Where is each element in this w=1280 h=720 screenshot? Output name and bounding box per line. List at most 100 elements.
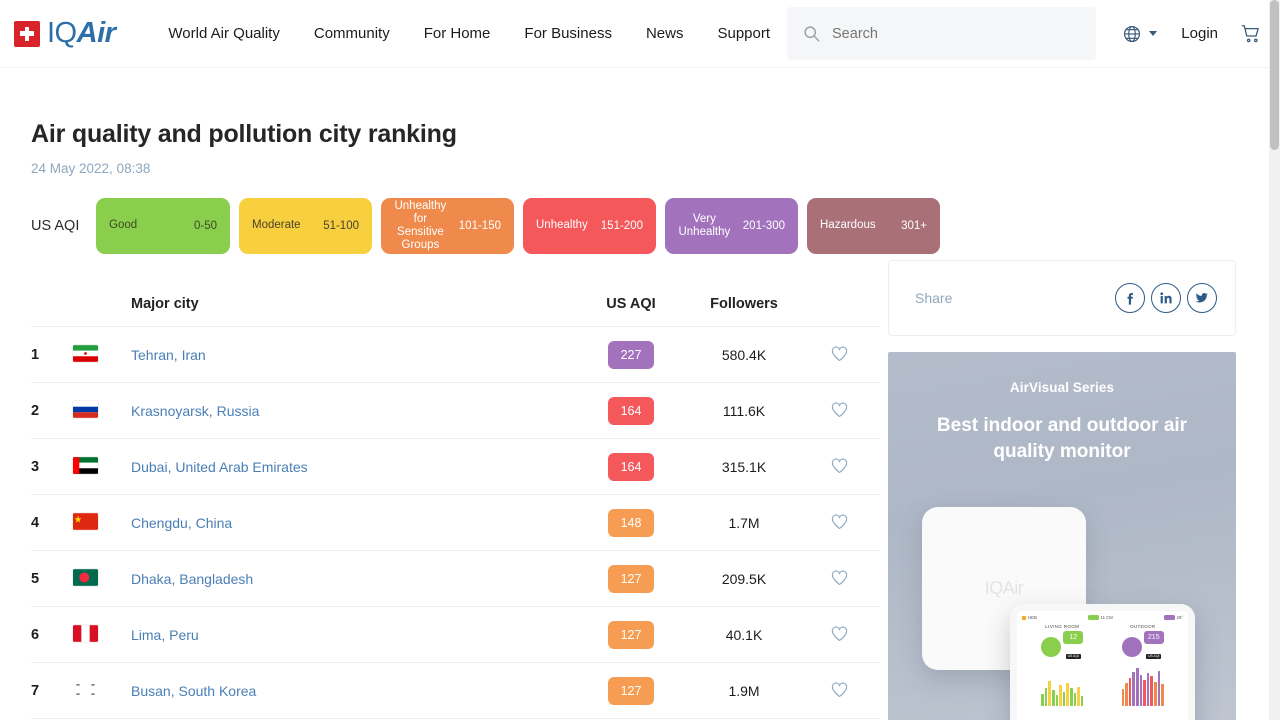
search-icon xyxy=(804,26,820,42)
row-favorite[interactable] xyxy=(798,513,880,533)
row-rank: 3 xyxy=(31,458,40,475)
panel-title: OUTDOOR xyxy=(1129,624,1156,629)
row-favorite[interactable] xyxy=(798,401,880,421)
row-city[interactable]: Krasnoyarsk, Russia xyxy=(131,403,572,419)
heart-icon[interactable] xyxy=(830,681,849,698)
sad-face-icon xyxy=(1121,636,1142,657)
row-favorite[interactable] xyxy=(798,345,880,365)
nav-item-world-air-quality[interactable]: World Air Quality xyxy=(151,17,296,50)
table-row[interactable]: 5 Dhaka, Bangladesh 127 209.5K xyxy=(31,551,880,607)
monitor-top-left-label: HEB xyxy=(1028,615,1037,620)
legend-pill-unhealthy[interactable]: Unhealthy 151-200 xyxy=(523,198,656,254)
main-content: Air quality and pollution city ranking 2… xyxy=(0,68,940,720)
sidebar: Share AirVisual Series Best indoor and o… xyxy=(880,68,1280,720)
nav-item-support[interactable]: Support xyxy=(700,17,787,50)
row-city[interactable]: Dubai, United Arab Emirates xyxy=(131,459,572,475)
twitter-share-button[interactable] xyxy=(1187,283,1217,313)
language-selector[interactable] xyxy=(1118,20,1161,48)
chevron-down-icon xyxy=(1149,31,1158,36)
nav-item-for-business[interactable]: For Business xyxy=(507,17,629,50)
nav-item-community[interactable]: Community xyxy=(297,17,407,50)
aqi-badge: 164 xyxy=(608,452,654,481)
row-city[interactable]: Busan, South Korea xyxy=(131,683,572,699)
main-navigation: World Air Quality Community For Home For… xyxy=(151,17,787,50)
table-row[interactable]: 7 Busan, South Korea 127 1.9M xyxy=(31,663,880,719)
row-city[interactable]: Lima, Peru xyxy=(131,627,572,643)
row-flag xyxy=(73,400,131,421)
legend-pill-moderate-range: 51-100 xyxy=(323,220,359,232)
table-row[interactable]: 4 Chengdu, China 148 1.7M xyxy=(31,495,880,551)
login-button[interactable]: Login xyxy=(1181,25,1218,42)
flag-ir-icon xyxy=(73,344,98,362)
page-scrollbar-thumb[interactable] xyxy=(1270,0,1279,150)
share-label: Share xyxy=(915,290,953,306)
status-dot-icon xyxy=(1022,615,1026,620)
panel-title: LIVING ROOM xyxy=(1045,624,1080,629)
row-city[interactable]: Tehran, Iran xyxy=(131,347,572,363)
page-scrollbar-track[interactable] xyxy=(1269,0,1280,720)
monitor-status-left: HEB xyxy=(1022,615,1037,620)
row-followers: 1.7M xyxy=(728,514,760,531)
row-city-link[interactable]: Dubai, United Arab Emirates xyxy=(131,459,308,475)
row-city[interactable]: Dhaka, Bangladesh xyxy=(131,571,572,587)
monitor-screen: HEB 11 CM 29° LIVING ROOM 12 US AQI OUTD… xyxy=(1017,611,1188,720)
row-city-link[interactable]: Tehran, Iran xyxy=(131,347,206,363)
legend-pill-moderate[interactable]: Moderate 51-100 xyxy=(239,198,372,254)
row-favorite[interactable] xyxy=(798,457,880,477)
legend-pill-unhealthy-sensitive[interactable]: Unhealthy for Sensitive Groups 101-150 xyxy=(381,198,514,254)
row-city-link[interactable]: Lima, Peru xyxy=(131,627,199,643)
legend-pill-good[interactable]: Good 0-50 xyxy=(96,198,230,254)
flag-cn-icon xyxy=(73,512,98,530)
monitor-status-mid: 11 CM xyxy=(1087,615,1113,620)
page-title: Air quality and pollution city ranking xyxy=(31,120,457,148)
table-row[interactable]: 3 Dubai, United Arab Emirates 164 315.1K xyxy=(31,439,880,495)
table-row[interactable]: 2 Krasnoyarsk, Russia 164 111.6K xyxy=(31,383,880,439)
heart-icon[interactable] xyxy=(830,513,849,530)
heart-icon[interactable] xyxy=(830,457,849,474)
nav-item-news[interactable]: News xyxy=(629,17,701,50)
site-header: IQAir World Air Quality Community For Ho… xyxy=(0,0,1280,68)
table-row[interactable]: 1 Tehran, Iran 227 580.4K xyxy=(31,327,880,383)
table-row[interactable]: 6 Lima, Peru 127 40.1K xyxy=(31,607,880,663)
aqi-badge: 227 xyxy=(608,340,654,369)
monitor-bar-charts xyxy=(1022,666,1183,706)
row-city-link[interactable]: Busan, South Korea xyxy=(131,683,256,699)
logo[interactable]: IQAir xyxy=(14,19,116,48)
heart-icon[interactable] xyxy=(830,345,849,362)
row-city-link[interactable]: Krasnoyarsk, Russia xyxy=(131,403,259,419)
legend-pill-very-unhealthy[interactable]: Very Unhealthy 201-300 xyxy=(665,198,798,254)
row-city[interactable]: Chengdu, China xyxy=(131,515,572,531)
nav-item-for-home[interactable]: For Home xyxy=(407,17,508,50)
logo-text: IQAir xyxy=(47,19,116,48)
aqi-badge: 148 xyxy=(608,508,654,537)
row-followers: 580.4K xyxy=(721,346,767,363)
row-followers: 315.1K xyxy=(721,458,767,475)
row-favorite[interactable] xyxy=(798,681,880,701)
row-favorite[interactable] xyxy=(798,569,880,589)
row-followers: 1.9M xyxy=(728,682,760,699)
legend-pill-good-name: Good xyxy=(109,219,138,232)
monitor-top-right-label: 29° xyxy=(1176,615,1184,620)
row-favorite[interactable] xyxy=(798,625,880,645)
facebook-share-button[interactable] xyxy=(1115,283,1145,313)
search-input[interactable] xyxy=(832,25,1081,42)
panel-reading: 12 US AQI xyxy=(1024,631,1100,662)
heart-icon[interactable] xyxy=(830,401,849,418)
promo-banner[interactable]: AirVisual Series Best indoor and outdoor… xyxy=(888,352,1236,720)
cart-button[interactable] xyxy=(1240,23,1262,45)
share-card: Share xyxy=(888,260,1236,336)
row-flag xyxy=(73,624,131,645)
legend-pill-unhealthy-sensitive-name: Unhealthy for Sensitive Groups xyxy=(394,199,447,252)
row-city-link[interactable]: Dhaka, Bangladesh xyxy=(131,571,253,587)
legend-pill-very-unhealthy-range: 201-300 xyxy=(742,220,785,232)
row-city-link[interactable]: Chengdu, China xyxy=(131,515,232,531)
linkedin-share-button[interactable] xyxy=(1151,283,1181,313)
search-box[interactable] xyxy=(787,7,1097,60)
shopping-cart-icon xyxy=(1241,24,1259,42)
heart-icon[interactable] xyxy=(830,569,849,586)
promo-title: Best indoor and outdoor air quality moni… xyxy=(936,415,1188,462)
row-flag xyxy=(73,456,131,477)
heart-icon[interactable] xyxy=(830,625,849,642)
row-flag xyxy=(73,568,131,589)
row-aqi: 164 xyxy=(572,396,690,425)
